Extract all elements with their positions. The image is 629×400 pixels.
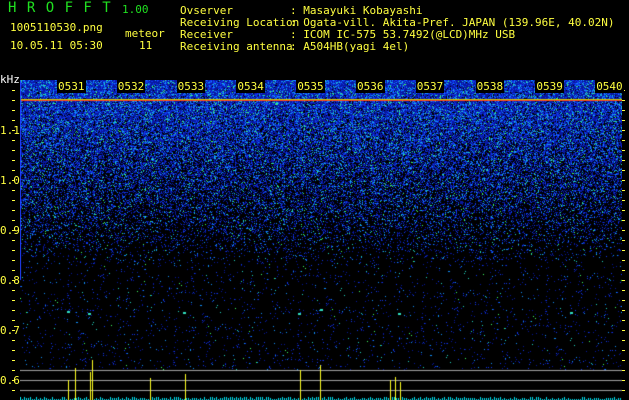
- axis-tick: [12, 250, 15, 251]
- axis-tick: [622, 390, 625, 391]
- y-axis-label: 1.1: [0, 124, 20, 137]
- axis-tick: [12, 100, 15, 101]
- time-label: 0535: [296, 80, 325, 93]
- time-label: 0537: [415, 80, 445, 93]
- file-name: 1005110530.png: [10, 21, 103, 34]
- time-label: 0536: [356, 80, 385, 93]
- time-label: 0538: [475, 80, 505, 93]
- axis-tick: [12, 370, 15, 371]
- axis-tick: [12, 170, 15, 171]
- axis-tick: [12, 340, 15, 341]
- axis-tick: [622, 240, 625, 241]
- axis-tick: [12, 390, 15, 391]
- axis-tick: [622, 300, 625, 301]
- axis-tick: [12, 290, 15, 291]
- axis-tick: [622, 330, 625, 331]
- axis-tick: [12, 240, 15, 241]
- axis-tick: [622, 350, 625, 351]
- axis-tick: [622, 140, 625, 141]
- axis-tick: [12, 160, 15, 161]
- axis-tick: [12, 120, 15, 121]
- axis-tick: [622, 310, 625, 311]
- axis-tick: [622, 180, 625, 181]
- y-axis-label: 1.0: [0, 174, 20, 187]
- axis-tick: [622, 380, 625, 381]
- meteor-count: 11: [139, 39, 153, 52]
- axis-tick: [622, 260, 625, 261]
- y-axis-label: 0.7: [0, 324, 20, 337]
- axis-tick: [622, 220, 625, 221]
- axis-tick: [12, 230, 15, 231]
- axis-tick: [12, 300, 15, 301]
- axis-tick: [622, 230, 625, 231]
- axis-tick: [12, 150, 15, 151]
- axis-tick: [622, 360, 625, 361]
- axis-tick: [12, 200, 15, 201]
- axis-tick: [12, 360, 15, 361]
- time-label: 0539: [535, 80, 564, 93]
- axis-tick: [12, 260, 15, 261]
- axis-tick: [622, 210, 625, 211]
- y-axis-label: 0.6: [0, 374, 20, 387]
- app-title: H R O F F T: [8, 0, 112, 16]
- time-label: 0531: [57, 80, 86, 93]
- spectrogram: [20, 80, 622, 400]
- y-axis-label: 0.8: [0, 274, 20, 287]
- axis-tick: [622, 280, 625, 281]
- unit-label: kHz: [0, 73, 20, 86]
- axis-tick: [12, 280, 15, 281]
- datetime: 10.05.11 05:30: [10, 39, 103, 52]
- axis-tick: [12, 270, 15, 271]
- axis-tick: [622, 290, 625, 291]
- axis-tick: [12, 180, 15, 181]
- time-label: 0534: [236, 80, 265, 93]
- axis-tick: [622, 120, 625, 121]
- info-antenna-value: : A504HB(yagi 4el): [290, 40, 410, 53]
- axis-tick: [622, 340, 625, 341]
- axis-tick: [12, 140, 15, 141]
- axis-tick: [12, 320, 15, 321]
- axis-tick: [622, 110, 625, 111]
- axis-tick: [12, 210, 15, 211]
- axis-tick: [12, 310, 15, 311]
- axis-tick: [622, 150, 625, 151]
- axis-tick: [12, 190, 15, 191]
- axis-tick: [12, 380, 15, 381]
- time-label: 0540: [595, 80, 624, 93]
- axis-tick: [622, 320, 625, 321]
- axis-tick: [622, 100, 625, 101]
- axis-tick: [622, 130, 625, 131]
- axis-tick: [622, 250, 625, 251]
- axis-tick: [12, 220, 15, 221]
- axis-tick: [12, 90, 15, 91]
- app-version: 1.00: [122, 3, 149, 16]
- time-label: 0532: [116, 80, 146, 93]
- axis-tick: [622, 200, 625, 201]
- axis-tick: [622, 270, 625, 271]
- axis-tick: [622, 170, 625, 171]
- info-antenna-label: Receiving antenna: [180, 40, 293, 53]
- axis-tick: [12, 130, 15, 131]
- time-label: 0533: [176, 80, 206, 93]
- axis-tick: [622, 160, 625, 161]
- axis-tick: [12, 330, 15, 331]
- axis-tick: [12, 110, 15, 111]
- axis-tick: [12, 350, 15, 351]
- y-axis-label: 0.9: [0, 224, 20, 237]
- axis-tick: [622, 370, 625, 371]
- axis-tick: [622, 190, 625, 191]
